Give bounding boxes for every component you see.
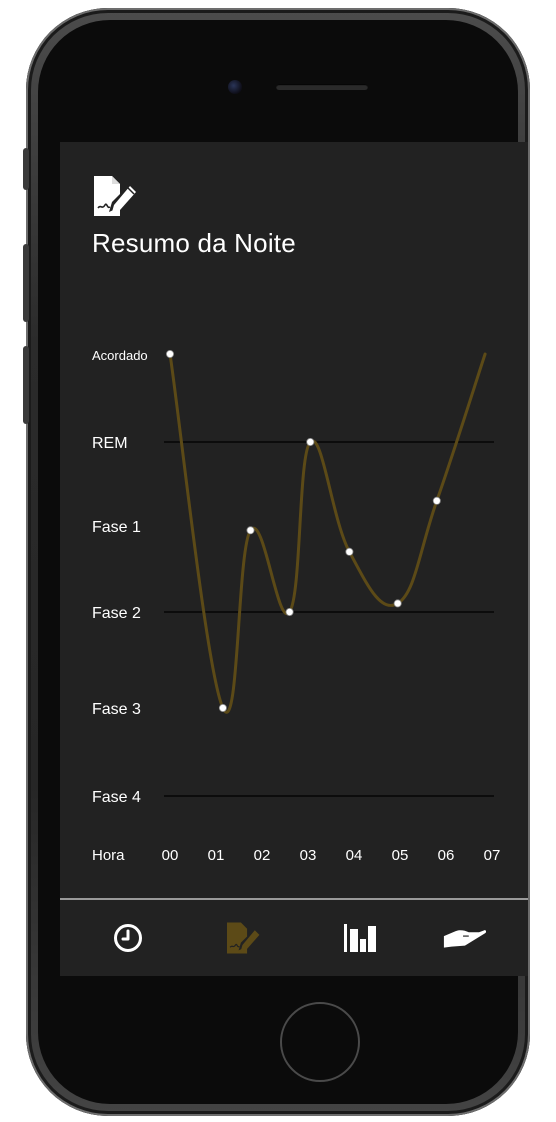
edit-document-icon bbox=[227, 922, 260, 954]
data-point bbox=[393, 599, 402, 608]
tab-clock[interactable] bbox=[106, 918, 150, 958]
y-label-rem: REM bbox=[92, 435, 128, 452]
volume-down-button bbox=[23, 346, 29, 424]
app-screen: Resumo da Noite Fase 4 Fase 3 Fase 2 Fase 1… bbox=[60, 142, 528, 976]
earpiece-speaker bbox=[276, 84, 368, 90]
x-tick-04: 04 bbox=[346, 847, 363, 864]
tab-summary[interactable] bbox=[222, 918, 266, 958]
clock-icon bbox=[114, 924, 142, 952]
data-point bbox=[218, 704, 227, 713]
data-point bbox=[306, 437, 315, 446]
home-button[interactable] bbox=[280, 1002, 360, 1082]
x-tick-01: 01 bbox=[208, 847, 225, 864]
y-label-fase-2: Fase 2 bbox=[92, 605, 141, 622]
data-point bbox=[432, 496, 441, 505]
y-label-fase-3: Fase 3 bbox=[92, 701, 141, 718]
y-label-fase-1: Fase 1 bbox=[92, 519, 141, 536]
tab-bar bbox=[60, 898, 528, 976]
mute-switch bbox=[23, 148, 29, 190]
tab-stats[interactable] bbox=[338, 918, 382, 958]
x-tick-05: 05 bbox=[392, 847, 409, 864]
sleep-chart: Fase 4 Fase 3 Fase 2 Fase 1 REM Acordado Hora 0… bbox=[92, 348, 501, 864]
data-point bbox=[166, 349, 175, 358]
volume-up-button bbox=[23, 244, 29, 322]
x-tick-06: 06 bbox=[438, 847, 455, 864]
y-label-fase-4: Fase 4 bbox=[92, 789, 141, 806]
sleep-stage-line bbox=[168, 352, 487, 714]
x-axis-label: Hora bbox=[92, 847, 125, 864]
data-point bbox=[285, 607, 294, 616]
tab-hand[interactable] bbox=[442, 918, 486, 958]
y-label-acordado: Acordado bbox=[92, 348, 148, 363]
x-tick-07: 07 bbox=[484, 847, 501, 864]
x-tick-00: 00 bbox=[162, 847, 179, 864]
x-tick-02: 02 bbox=[254, 847, 271, 864]
data-point bbox=[246, 526, 255, 535]
data-point bbox=[345, 547, 354, 556]
bar-chart-icon bbox=[344, 924, 376, 952]
front-camera bbox=[228, 80, 242, 94]
hand-icon bbox=[443, 930, 486, 948]
x-tick-03: 03 bbox=[300, 847, 317, 864]
